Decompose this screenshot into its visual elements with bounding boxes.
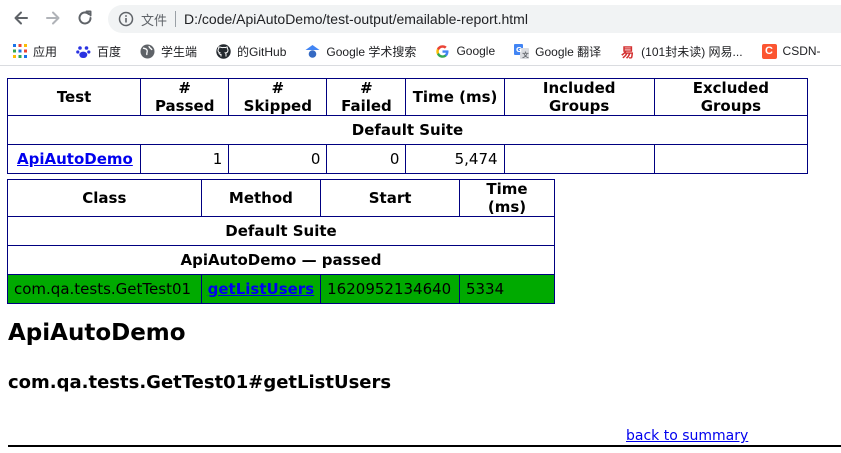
test-link[interactable]: ApiAutoDemo xyxy=(17,150,133,168)
summary-table: Test # Passed # Skipped # Failed Time (m… xyxy=(6,78,809,174)
arrow-right-icon xyxy=(46,11,60,25)
url-text[interactable]: D:/code/ApiAutoDemo/test-output/emailabl… xyxy=(184,11,528,27)
bookmark-label: (101封未读) 网易... xyxy=(641,44,743,59)
bookmarks-bar: 应用 百度 学生端 的GitHub Google 学术搜索 Google G 文… xyxy=(0,37,841,66)
bookmark-baidu[interactable]: 百度 xyxy=(64,39,128,63)
test-title: ApiAutoDemo xyxy=(8,320,186,346)
globe-icon xyxy=(140,44,155,59)
table-row: com.qa.tests.GetTest01 getListUsers 1620… xyxy=(7,274,556,304)
csdn-icon: C xyxy=(761,43,777,59)
start-cell: 1620952134640 xyxy=(320,274,460,304)
bookmark-label: 的GitHub xyxy=(237,44,287,59)
svg-text:文: 文 xyxy=(521,50,529,59)
methods-header-row: Class Method Start Time (ms) xyxy=(7,179,556,217)
info-icon[interactable] xyxy=(117,10,135,28)
header-included-groups: Included Groups xyxy=(503,78,655,116)
bookmark-label: Google xyxy=(456,44,496,58)
address-bar[interactable]: 文件 D:/code/ApiAutoDemo/test-output/email… xyxy=(108,5,841,33)
class-cell: com.qa.tests.GetTest01 xyxy=(7,274,202,304)
bookmark-github[interactable]: 的GitHub xyxy=(204,39,293,63)
horizontal-rule xyxy=(8,445,841,447)
bookmark-label: 学生端 xyxy=(161,44,198,59)
apps-grid-icon xyxy=(12,44,27,59)
header-failed: # Failed xyxy=(326,78,407,116)
google-g-icon xyxy=(435,44,450,59)
header-start: Start xyxy=(320,179,460,217)
suite-row: Default Suite xyxy=(7,115,808,145)
google-translate-icon: G 文 xyxy=(514,43,530,59)
group-status-label: ApiAutoDemo — passed xyxy=(7,245,555,275)
excluded-groups-value xyxy=(653,144,809,174)
netease-mail-icon: 易 xyxy=(621,44,635,60)
bookmark-label: 百度 xyxy=(97,44,122,59)
bookmark-label: CSDN- xyxy=(782,44,821,58)
bookmark-label: 应用 xyxy=(33,44,58,59)
bookmark-netease-mail[interactable]: 易 (101封未读) 网易... xyxy=(608,39,749,63)
reload-button[interactable] xyxy=(73,6,97,30)
report-page: Test # Passed # Skipped # Failed Time (m… xyxy=(0,66,841,453)
time-value: 5,474 xyxy=(405,144,505,174)
header-method-time: Time (ms) xyxy=(458,179,556,217)
forward-button[interactable] xyxy=(41,6,65,30)
header-time: Time (ms) xyxy=(405,78,505,116)
baidu-paw-icon xyxy=(76,44,91,59)
summary-header-row: Test # Passed # Skipped # Failed Time (m… xyxy=(6,78,809,116)
header-test: Test xyxy=(6,78,142,116)
method-link[interactable]: getListUsers xyxy=(208,280,315,298)
header-passed: # Passed xyxy=(140,78,230,116)
methods-suite-label: Default Suite xyxy=(7,216,555,246)
skipped-count: 0 xyxy=(228,144,328,174)
method-time-cell: 5334 xyxy=(458,274,556,304)
method-cell: getListUsers xyxy=(200,274,322,304)
methods-group-row: ApiAutoDemo — passed xyxy=(7,245,555,275)
header-method: Method xyxy=(200,179,322,217)
bookmark-csdn[interactable]: C CSDN- xyxy=(750,39,828,63)
bookmark-google[interactable]: Google xyxy=(423,39,502,63)
included-groups-value xyxy=(503,144,655,174)
bookmark-label: Google 翻译 xyxy=(535,44,602,59)
passed-count: 1 xyxy=(140,144,230,174)
address-separator xyxy=(175,11,177,27)
bookmark-apps[interactable]: 应用 xyxy=(0,39,64,63)
methods-suite-row: Default Suite xyxy=(7,216,555,246)
back-button[interactable] xyxy=(9,6,33,30)
browser-toolbar: 文件 D:/code/ApiAutoDemo/test-output/email… xyxy=(0,0,841,36)
reload-icon xyxy=(78,10,92,25)
method-title: com.qa.tests.GetTest01#getListUsers xyxy=(8,372,392,393)
arrow-left-icon xyxy=(14,11,28,25)
scheme-label: 文件 xyxy=(141,12,168,28)
methods-table: Class Method Start Time (ms) Default Sui… xyxy=(7,179,556,304)
failed-count: 0 xyxy=(326,144,407,174)
header-class: Class xyxy=(7,179,202,217)
bookmark-google-scholar[interactable]: Google 学术搜索 xyxy=(293,39,423,63)
github-icon xyxy=(216,43,231,59)
header-skipped: # Skipped xyxy=(228,78,328,116)
bookmark-google-translate[interactable]: G 文 Google 翻译 xyxy=(502,39,608,63)
bookmark-label: Google 学术搜索 xyxy=(326,44,417,59)
bookmark-student[interactable]: 学生端 xyxy=(128,39,204,63)
svg-text:G: G xyxy=(516,46,522,54)
back-to-summary-link[interactable]: back to summary xyxy=(626,428,748,444)
table-row: ApiAutoDemo 1 0 0 5,474 xyxy=(6,144,809,174)
google-scholar-icon xyxy=(305,44,320,59)
header-excluded-groups: Excluded Groups xyxy=(653,78,809,116)
suite-label: Default Suite xyxy=(7,115,808,145)
test-name-cell: ApiAutoDemo xyxy=(6,144,142,174)
